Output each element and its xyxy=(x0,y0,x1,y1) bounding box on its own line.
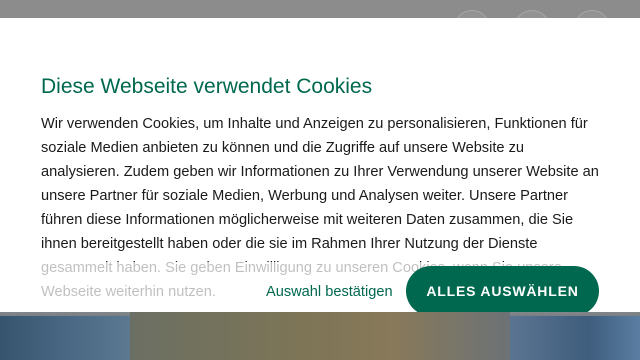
background-photo-right xyxy=(510,316,640,360)
dialog-title: Diese Webseite verwendet Cookies xyxy=(41,75,373,98)
cookie-consent-dialog: Diese Webseite verwendet Cookies Wir ver… xyxy=(0,18,640,312)
background-photo-center xyxy=(130,312,510,360)
background-photo-left xyxy=(0,316,130,360)
accept-all-button[interactable]: ALLES AUSWÄHLEN xyxy=(406,266,599,312)
confirm-selection-link[interactable]: Auswahl bestätigen xyxy=(262,280,397,304)
